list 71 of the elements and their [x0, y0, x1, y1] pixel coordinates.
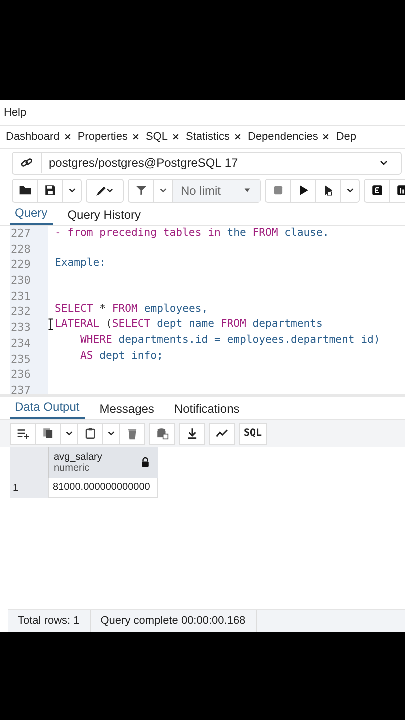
line-chart-icon [216, 427, 228, 440]
panel-tab[interactable]: SQL [146, 129, 180, 145]
output-tab[interactable]: Notifications [169, 402, 245, 419]
close-icon[interactable] [64, 133, 72, 141]
line-number: 232 [10, 304, 32, 320]
panel-tab[interactable]: Dependencies [248, 129, 330, 145]
clipboard-icon [84, 427, 96, 440]
save-icon [44, 184, 56, 197]
line-number: 228 [10, 242, 32, 258]
line-number: 235 [10, 352, 32, 368]
delete-button[interactable] [119, 422, 145, 444]
close-icon[interactable] [132, 133, 140, 141]
row-limit-dropdown[interactable]: No limit [173, 180, 260, 202]
code-line: SELECT * FROM employees, [55, 302, 210, 315]
panel-tab[interactable]: Dashboard [6, 129, 72, 145]
code-line: Example: [55, 257, 106, 270]
add-row-icon [16, 427, 30, 440]
column-header[interactable]: avg_salary numeric [48, 447, 158, 478]
connection-dropdown[interactable]: postgres/postgres@PostgreSQL 17 [12, 152, 402, 174]
code-line: LATERAL (SELECT dept_name FROM departments [55, 318, 323, 330]
table-cell: 81000.000000000000 [48, 478, 158, 498]
panel-tab[interactable]: Properties [78, 129, 140, 145]
code-line: WHERE departments.id = employees.department_id) [80, 334, 380, 346]
menu-item[interactable]: Help [4, 106, 27, 118]
save-data-button[interactable] [149, 422, 175, 444]
copy-icon [42, 427, 54, 440]
line-number: 236 [10, 367, 32, 383]
close-icon[interactable] [234, 133, 242, 141]
column-name: avg_salary [54, 452, 102, 462]
row-number: 1 [10, 478, 48, 498]
output-tab[interactable]: Messages [94, 402, 160, 419]
download-icon [186, 427, 198, 440]
database-icon [156, 427, 168, 440]
editor-tab[interactable]: Query History [62, 208, 146, 225]
caret-icon [158, 186, 168, 195]
copy-button[interactable] [35, 422, 61, 444]
close-icon[interactable] [172, 133, 180, 141]
dropdown-button[interactable] [60, 422, 78, 444]
line-number: 229 [10, 257, 32, 274]
line-number: 234 [10, 336, 32, 352]
line-number: 237 [10, 382, 32, 394]
status-text: Total rows: 1 [8, 610, 91, 632]
line-number: 231 [10, 288, 32, 304]
stop-icon [272, 184, 285, 197]
panel-tab[interactable]: Statistics [186, 129, 242, 145]
line-number: 227 [10, 226, 32, 242]
caret-icon [64, 429, 74, 438]
letter-e-icon [370, 184, 384, 197]
paste-button[interactable] [77, 422, 103, 444]
status-text: Query complete 00:00:00.168 [90, 610, 257, 632]
sql-button[interactable]: SQL [239, 422, 267, 444]
text-cursor-icon [48, 317, 54, 332]
trash-icon [126, 427, 138, 440]
chevron-icon [379, 158, 389, 168]
panel-tab[interactable]: Dep [336, 129, 357, 145]
code-line: AS dept_info; [80, 350, 164, 362]
filter-icon [134, 184, 148, 197]
caret-icon [68, 186, 76, 195]
caret-icon [106, 429, 116, 438]
add-row-button[interactable] [10, 422, 36, 444]
caret-icon [346, 186, 355, 195]
code-line: - from preceding tables in the FROM clause. [55, 227, 330, 239]
line-number: 230 [10, 273, 32, 289]
close-icon[interactable] [322, 133, 330, 141]
column-type: numeric [54, 462, 90, 474]
folder-icon [18, 184, 32, 197]
download-button[interactable] [179, 422, 205, 444]
line-number: 233 [10, 320, 32, 336]
graph-button[interactable] [209, 422, 235, 444]
dropdown-button[interactable] [102, 422, 120, 444]
caret-icon [243, 186, 252, 195]
